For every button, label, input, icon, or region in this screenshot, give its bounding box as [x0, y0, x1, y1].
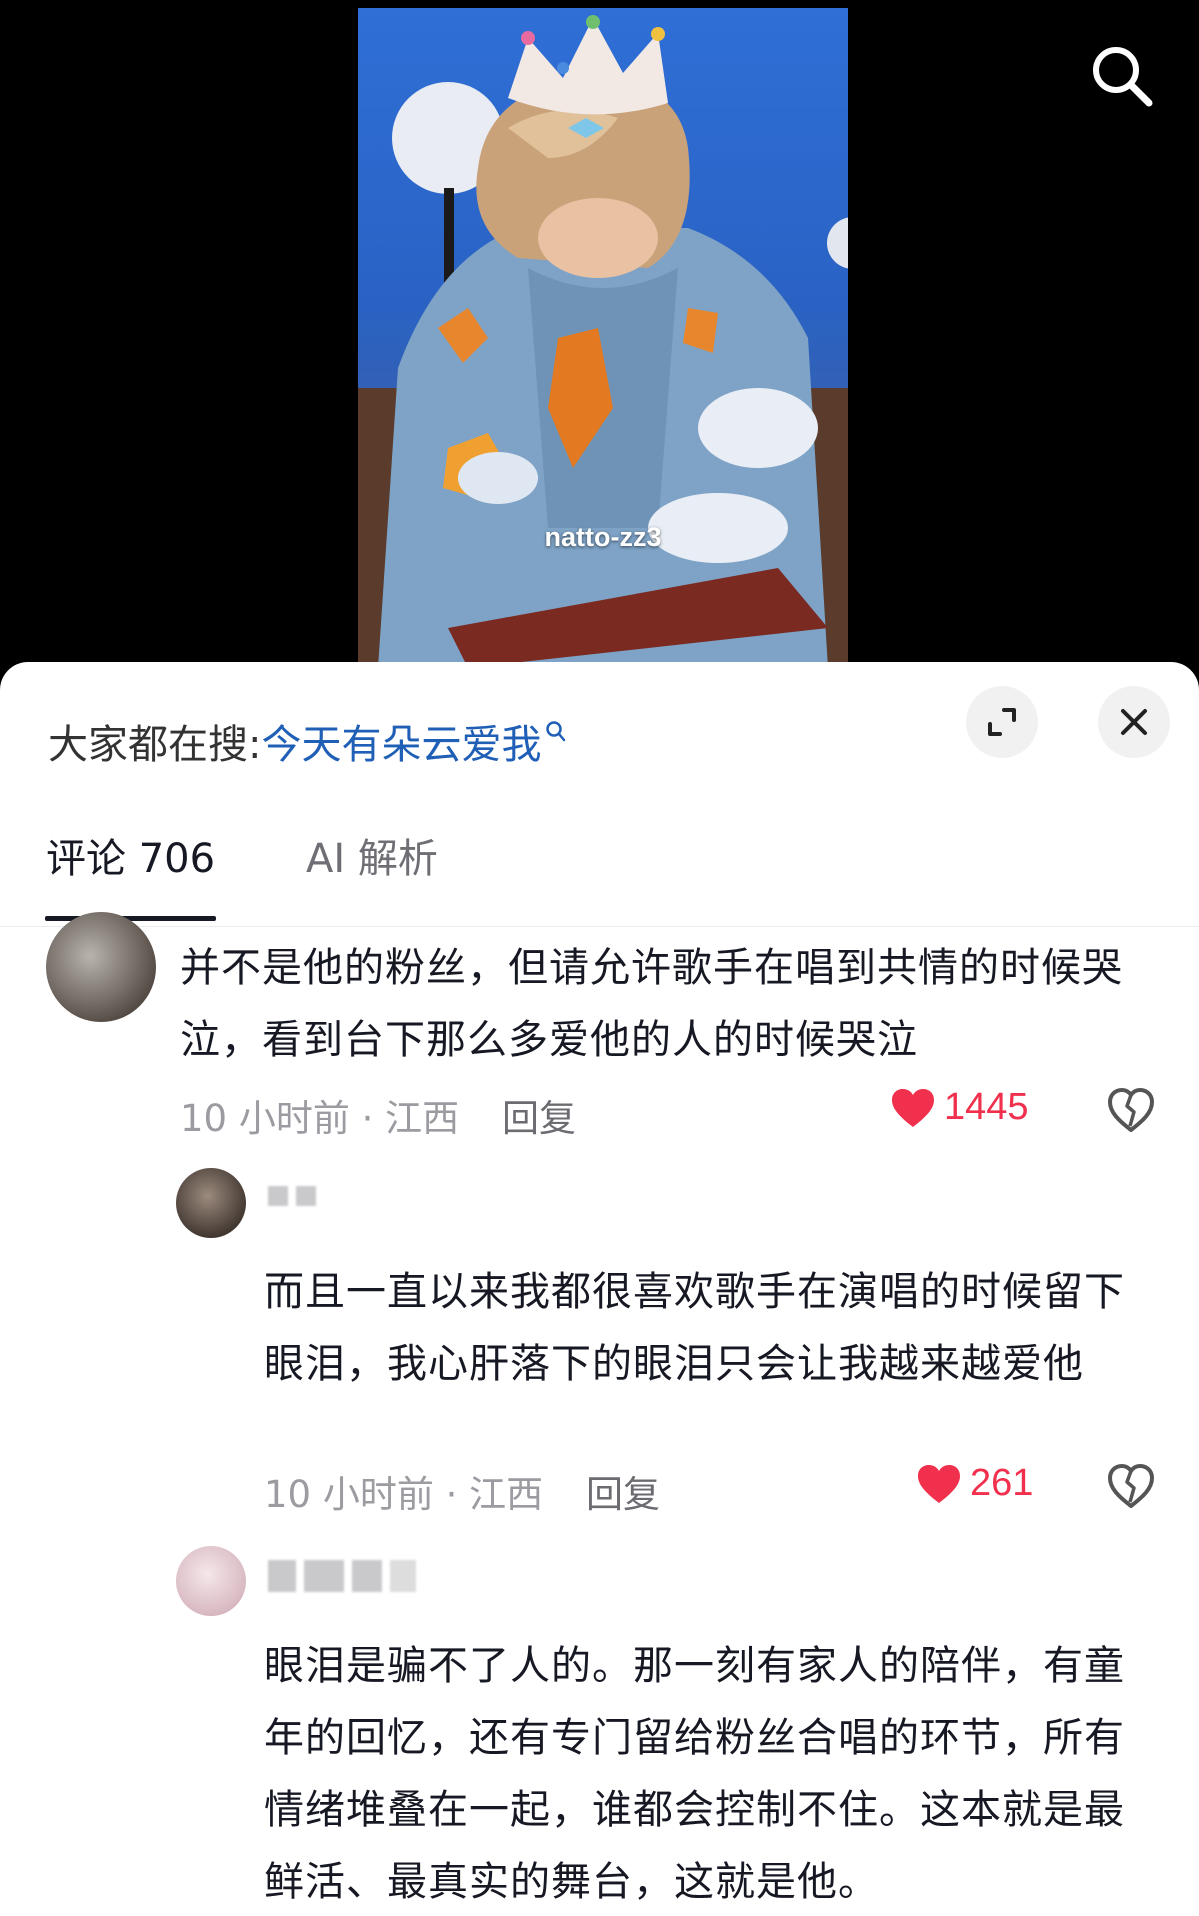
broken-heart-icon	[1108, 1464, 1154, 1508]
close-button[interactable]	[1098, 686, 1170, 758]
broken-heart-icon	[1108, 1088, 1154, 1132]
expand-icon	[988, 708, 1016, 736]
username-blurred	[268, 1186, 316, 1206]
comment-text: 并不是他的粉丝，但请允许歌手在唱到共情的时候哭泣，看到台下那么多爱他的人的时候哭…	[180, 945, 1123, 1063]
comment-meta: 10 小时前 · 江西	[180, 1097, 460, 1140]
video-still-image	[358, 15, 848, 668]
hot-search-term[interactable]: 今天有朵云爱我	[261, 722, 541, 768]
reply-button[interactable]: 回复	[502, 1088, 576, 1142]
search-button[interactable]	[1086, 40, 1158, 112]
comment-meta: 10 小时前 · 江西	[264, 1473, 544, 1516]
search-icon	[1093, 47, 1153, 107]
comment-text: 而且一直以来我都很喜欢歌手在演唱的时候留下眼泪，我心肝落下的眼泪只会让我越来越爱…	[264, 1269, 1125, 1387]
heart-filled-icon	[892, 1088, 934, 1127]
like-button[interactable]: 1445	[890, 1086, 1029, 1129]
video-frame[interactable]: natto-zz3	[358, 8, 848, 668]
heart-filled-icon	[918, 1464, 960, 1503]
reply-button[interactable]: 回复	[586, 1464, 660, 1518]
avatar[interactable]	[176, 1546, 246, 1616]
dislike-button[interactable]	[1104, 1458, 1158, 1512]
comment-tabs: 评论 706 AI 解析	[0, 822, 1199, 927]
comment-text: 眼泪是骗不了人的。那一刻有家人的陪伴，有童年的回忆，还有专门留给粉丝合唱的环节，…	[264, 1643, 1125, 1905]
tab-comments[interactable]: 评论 706	[46, 826, 215, 884]
username-blurred	[268, 1560, 416, 1592]
avatar[interactable]	[176, 1168, 246, 1238]
avatar[interactable]	[46, 912, 156, 1022]
close-icon	[1121, 709, 1147, 735]
like-count: 1445	[944, 1086, 1029, 1128]
expand-button[interactable]	[966, 686, 1038, 758]
comment-sheet: 大家都在搜:今天有朵云爱我 评论 706 AI 解析 并不是他的粉丝，但请允许歌…	[0, 662, 1199, 1916]
hot-search-bar[interactable]: 大家都在搜:今天有朵云爱我	[48, 712, 567, 770]
like-button[interactable]: 261	[916, 1462, 1033, 1505]
tab-ai-analysis[interactable]: AI 解析	[306, 826, 438, 884]
dislike-button[interactable]	[1104, 1082, 1158, 1136]
hot-search-prefix: 大家都在搜:	[48, 722, 262, 768]
like-count: 261	[970, 1462, 1034, 1504]
video-watermark: natto-zz3	[544, 522, 662, 552]
video-player[interactable]: natto-zz3	[0, 0, 1199, 680]
magnifier-icon	[545, 710, 567, 756]
